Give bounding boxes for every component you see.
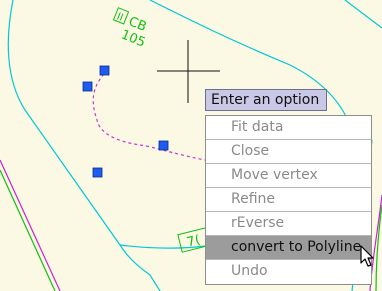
menu-item-close[interactable]: Close <box>206 140 371 164</box>
menu-item-reverse[interactable]: rEverse <box>206 212 371 236</box>
cad-viewport[interactable]: II CB 105 7( Enter an option Fit data Cl… <box>0 0 382 291</box>
road-line-green-left <box>0 169 56 291</box>
road-line-magenta-left <box>0 159 61 291</box>
command-prompt: Enter an option <box>205 89 327 111</box>
menu-item-fit-data[interactable]: Fit data <box>206 116 371 140</box>
grip-icon[interactable] <box>158 140 169 151</box>
option-menu[interactable]: Fit data Close Move vertex Refine rEvers… <box>205 115 372 285</box>
menu-item-undo[interactable]: Undo <box>206 260 371 284</box>
grip-icon[interactable] <box>92 167 103 178</box>
tag-partial-text: 7( <box>185 233 202 251</box>
arrow-cursor-icon <box>360 245 374 267</box>
menu-item-refine[interactable]: Refine <box>206 188 371 212</box>
boundary-line-right-top <box>344 0 382 29</box>
grip-icon[interactable] <box>82 81 93 92</box>
menu-item-move-vertex[interactable]: Move vertex <box>206 164 371 188</box>
menu-item-convert-to-polyline[interactable]: convert to Polyline <box>206 236 371 260</box>
grip-icon[interactable] <box>99 65 110 76</box>
cb-marker: II CB 105 <box>112 7 149 51</box>
